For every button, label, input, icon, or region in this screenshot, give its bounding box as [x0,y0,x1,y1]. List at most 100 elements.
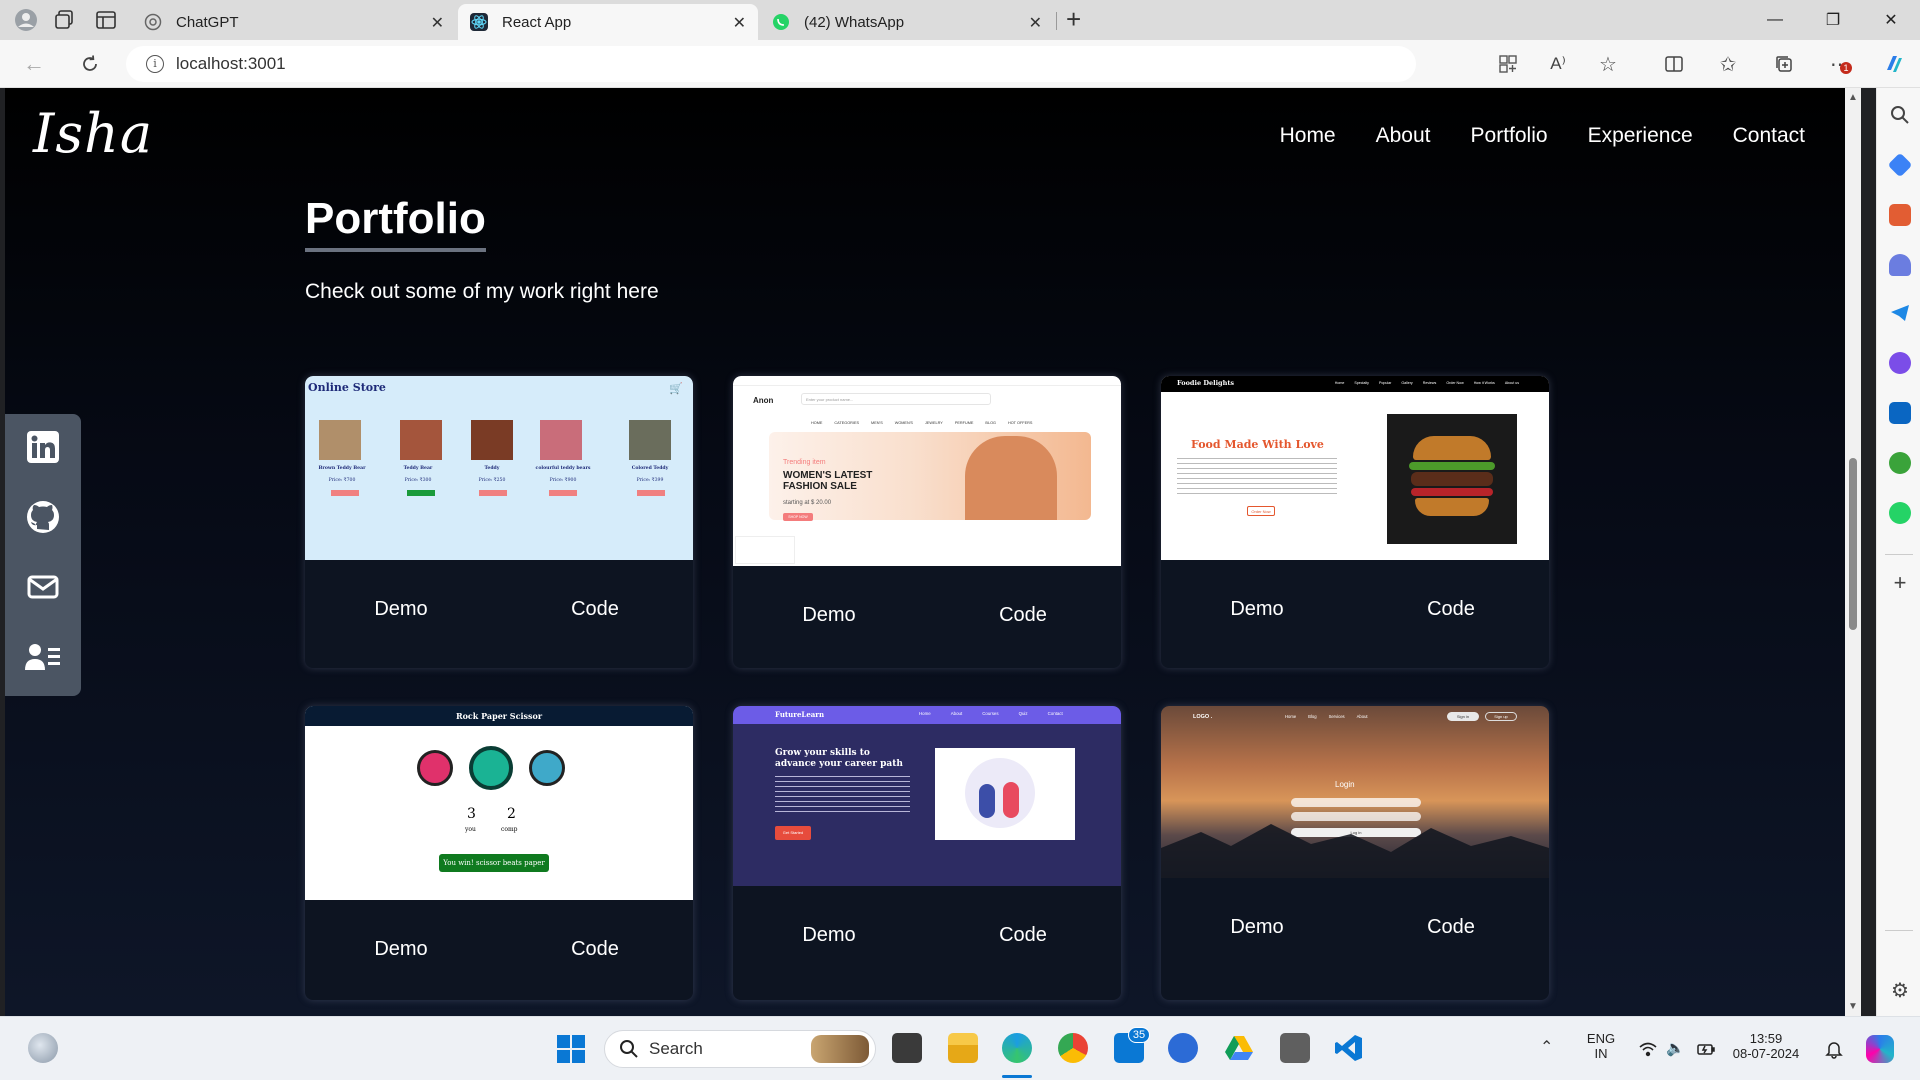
project-screenshot[interactable]: LOGO . Home Blog Services About Sign in … [1161,706,1549,878]
code-button[interactable]: Code [973,604,1073,627]
tab-actions-icon[interactable] [94,8,118,32]
google-drive-icon[interactable] [1224,1033,1254,1063]
futurelearn-cta: Get Started [775,826,811,840]
project-card-rock-paper-scissor: Rock Paper Scissor 3 2 you comp You win!… [305,706,693,1000]
address-bar-row: ← i localhost:3001 A⁾ ☆ ✩ ⋯ 1 [0,40,1920,88]
outlook-icon[interactable] [1889,402,1911,424]
show-hidden-icons[interactable]: ⌃ [1540,1037,1553,1057]
demo-button[interactable]: Demo [1207,598,1307,621]
tools-icon[interactable] [1889,204,1911,226]
site-info-icon[interactable]: i [146,55,164,73]
tab-whatsapp[interactable]: (42) WhatsApp ✕ [760,4,1054,40]
workspaces-icon[interactable] [52,8,76,32]
nav-portfolio[interactable]: Portfolio [1471,124,1548,148]
burger-bun-top [1413,436,1491,460]
resume-icon[interactable] [24,638,62,676]
page-scrollbar[interactable]: ▲ ▼ [1845,88,1861,1016]
copilot-taskbar-icon[interactable] [1866,1035,1894,1063]
language-indicator[interactable]: ENG IN [1584,1031,1618,1061]
nav-home[interactable]: Home [1280,124,1336,148]
scroll-down-icon[interactable]: ▼ [1848,1001,1858,1012]
sketch-app-icon[interactable] [1168,1033,1198,1063]
start-windows-icon[interactable] [556,1034,586,1064]
favorite-star-icon[interactable]: ☆ [1596,52,1620,76]
github-icon[interactable] [24,498,62,536]
demo-button[interactable]: Demo [351,598,451,621]
mail-icon[interactable] [24,568,62,606]
site-logo[interactable]: Isha [33,102,153,165]
demo-button[interactable]: Demo [779,924,879,947]
minimize-icon[interactable]: — [1746,0,1804,40]
project-screenshot[interactable]: Anon Enter your product name... HOME CAT… [733,376,1121,566]
drop-icon[interactable] [1889,452,1911,474]
react-icon [470,13,488,31]
clock[interactable]: 13:59 08-07-2024 [1728,1031,1804,1061]
close-icon[interactable]: ✕ [733,13,746,33]
foodie-nav-item: About us [1504,381,1519,385]
window-close-icon[interactable]: ✕ [1862,0,1920,40]
code-button[interactable]: Code [1401,916,1501,939]
read-aloud-icon[interactable]: A⁾ [1546,52,1570,76]
code-button[interactable]: Code [545,598,645,621]
project-screenshot[interactable]: Rock Paper Scissor 3 2 you comp You win!… [305,706,693,900]
linkedin-icon[interactable] [24,428,62,466]
sidebar-settings-icon[interactable]: ⚙ [1889,980,1911,1002]
demo-button[interactable]: Demo [1207,916,1307,939]
battery-charging-icon[interactable] [1696,1039,1716,1059]
back-icon[interactable]: ← [20,50,48,78]
notification-bell-icon[interactable] [1824,1039,1844,1059]
sidebar-search-icon[interactable] [1889,104,1911,126]
nav-contact[interactable]: Contact [1733,124,1805,148]
favorites-icon[interactable]: ✩ [1716,52,1740,76]
volume-muted-icon[interactable]: 🔈 [1666,1039,1685,1057]
mail-badge: 35 [1128,1027,1150,1043]
tab-title: ChatGPT [176,13,239,31]
hero-shop-button: SHOP NOW [783,513,813,521]
add-sidebar-app-icon[interactable]: + [1889,572,1911,594]
shopping-tag-icon[interactable] [1887,152,1913,178]
taskbar-search[interactable]: Search [604,1030,876,1068]
product-price: Price: ₹399 [636,478,664,483]
code-button[interactable]: Code [973,924,1073,947]
edge-icon[interactable] [1002,1033,1032,1063]
weather-widget-icon[interactable] [28,1033,58,1063]
collections-icon[interactable] [1772,52,1796,76]
project-screenshot[interactable]: Foodie Delights Home Specialty Popular G… [1161,376,1549,560]
foodie-nav-item: Home [1334,381,1345,385]
profile-icon[interactable] [14,8,38,32]
nav-about[interactable]: About [1376,124,1431,148]
code-button[interactable]: Code [545,938,645,961]
split-screen-icon[interactable] [1662,52,1686,76]
url-field[interactable]: i localhost:3001 [126,46,1416,82]
demo-button[interactable]: Demo [351,938,451,961]
chrome-icon[interactable] [1058,1033,1088,1063]
microsoft-365-icon[interactable] [1889,352,1911,374]
tab-chatgpt[interactable]: ChatGPT ✕ [132,4,456,40]
task-view-icon[interactable] [892,1033,922,1063]
project-screenshot[interactable]: Online Store 🛒 Brown Teddy Bear Teddy Be… [305,376,693,560]
copilot-icon[interactable] [1882,52,1906,76]
code-button[interactable]: Code [1401,598,1501,621]
foodie-nav: Home Specialty Popular Gallery Reviews O… [1335,381,1519,385]
close-icon[interactable]: ✕ [1029,13,1042,33]
games-icon[interactable] [1889,254,1911,276]
scrollbar-thumb[interactable] [1849,458,1857,630]
scroll-up-icon[interactable]: ▲ [1848,92,1858,103]
restore-icon[interactable]: ❐ [1804,0,1862,40]
demo-button[interactable]: Demo [779,604,879,627]
tab-react-app[interactable]: React App ✕ [458,4,758,40]
app-available-icon[interactable] [1496,52,1520,76]
sidebar-whatsapp-icon[interactable] [1889,502,1911,524]
store-title: Online Store [308,381,386,394]
wifi-icon[interactable] [1638,1039,1658,1059]
telegram-icon[interactable] [1889,302,1911,324]
close-icon[interactable]: ✕ [431,13,444,33]
file-explorer-icon[interactable] [948,1033,978,1063]
project-screenshot[interactable]: FutureLearn Home About Courses Quiz Cont… [733,706,1121,886]
app-icon[interactable] [1280,1033,1310,1063]
nav-experience[interactable]: Experience [1588,124,1693,148]
new-tab-icon[interactable]: + [1066,6,1081,32]
rps-title: Rock Paper Scissor [305,706,693,726]
vscode-icon[interactable] [1334,1033,1364,1063]
refresh-icon[interactable] [76,50,104,78]
